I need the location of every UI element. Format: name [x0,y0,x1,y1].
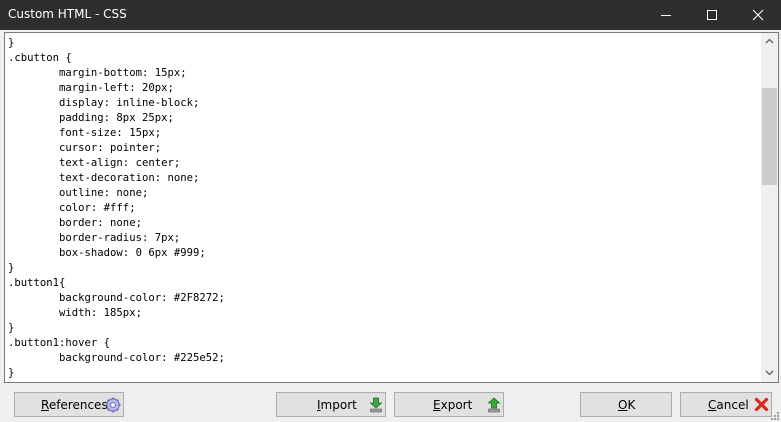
code-line: } [8,322,15,334]
chevron-up-icon [765,38,774,44]
scroll-up-button[interactable] [761,33,778,50]
code-line: color: #fff; [8,202,136,214]
code-line: border: none; [8,217,142,229]
code-line: margin-bottom: 15px; [8,67,187,79]
code-line: background-color: #225e52; [8,352,225,364]
close-icon [752,9,764,21]
resize-grip-icon[interactable] [770,411,780,421]
code-line: outline: none; [8,187,149,199]
code-line: padding: 8px 25px; [8,112,174,124]
ok-button[interactable]: OK [580,392,672,417]
green-arrow-icon [369,397,383,413]
code-line: } [8,37,15,49]
export-button[interactable]: Export [394,392,504,417]
code-line: .button1{ [8,277,66,289]
title-bar[interactable]: Custom HTML - CSS [0,0,781,30]
maximize-button[interactable] [689,0,735,30]
ok-label: OK [618,398,636,412]
cancel-label: Cancel [708,398,749,412]
export-label: Export [433,398,473,412]
code-line: font-size: 15px; [8,127,162,139]
code-line: margin-left: 20px; [8,82,174,94]
code-line: border-radius: 7px; [8,232,181,244]
references-label: References [41,398,108,412]
code-line: text-align: center; [8,157,181,169]
scroll-down-button[interactable] [761,365,778,382]
code-line: background-color: #2F8272; [8,292,225,304]
close-window-button[interactable] [735,0,781,30]
code-text-area[interactable]: } .cbutton { margin-bottom: 15px; margin-… [8,36,760,380]
green-arrow-icon [487,397,501,413]
maximize-icon [707,10,717,20]
code-line: width: 185px; [8,307,142,319]
code-line: } [8,262,15,274]
cancel-button[interactable]: Cancel [680,392,772,417]
window-title: Custom HTML - CSS [8,7,127,21]
red-x-icon [754,397,769,412]
references-button[interactable]: References [14,392,124,417]
code-line: } [8,367,15,379]
chevron-down-icon [765,370,774,376]
custom-html-css-window: Custom HTML - CSS } .cbutton { margin-bot… [0,0,781,422]
scroll-thumb[interactable] [762,88,777,185]
code-line: display: inline-block; [8,97,200,109]
code-line: cursor: pointer; [8,142,162,154]
code-line: text-decoration: none; [8,172,200,184]
code-line: .button1:hover { [8,337,111,349]
import-button[interactable]: Import [276,392,386,417]
code-line: .cbutton { [8,52,72,64]
vertical-scrollbar[interactable] [761,33,778,382]
gear-icon [105,397,121,413]
minimize-button[interactable] [643,0,689,30]
code-line: box-shadow: 0 6px #999; [8,247,206,259]
minimize-icon [661,15,671,16]
import-label: Import [317,398,357,412]
css-code-editor[interactable]: } .cbutton { margin-bottom: 15px; margin-… [4,32,779,383]
